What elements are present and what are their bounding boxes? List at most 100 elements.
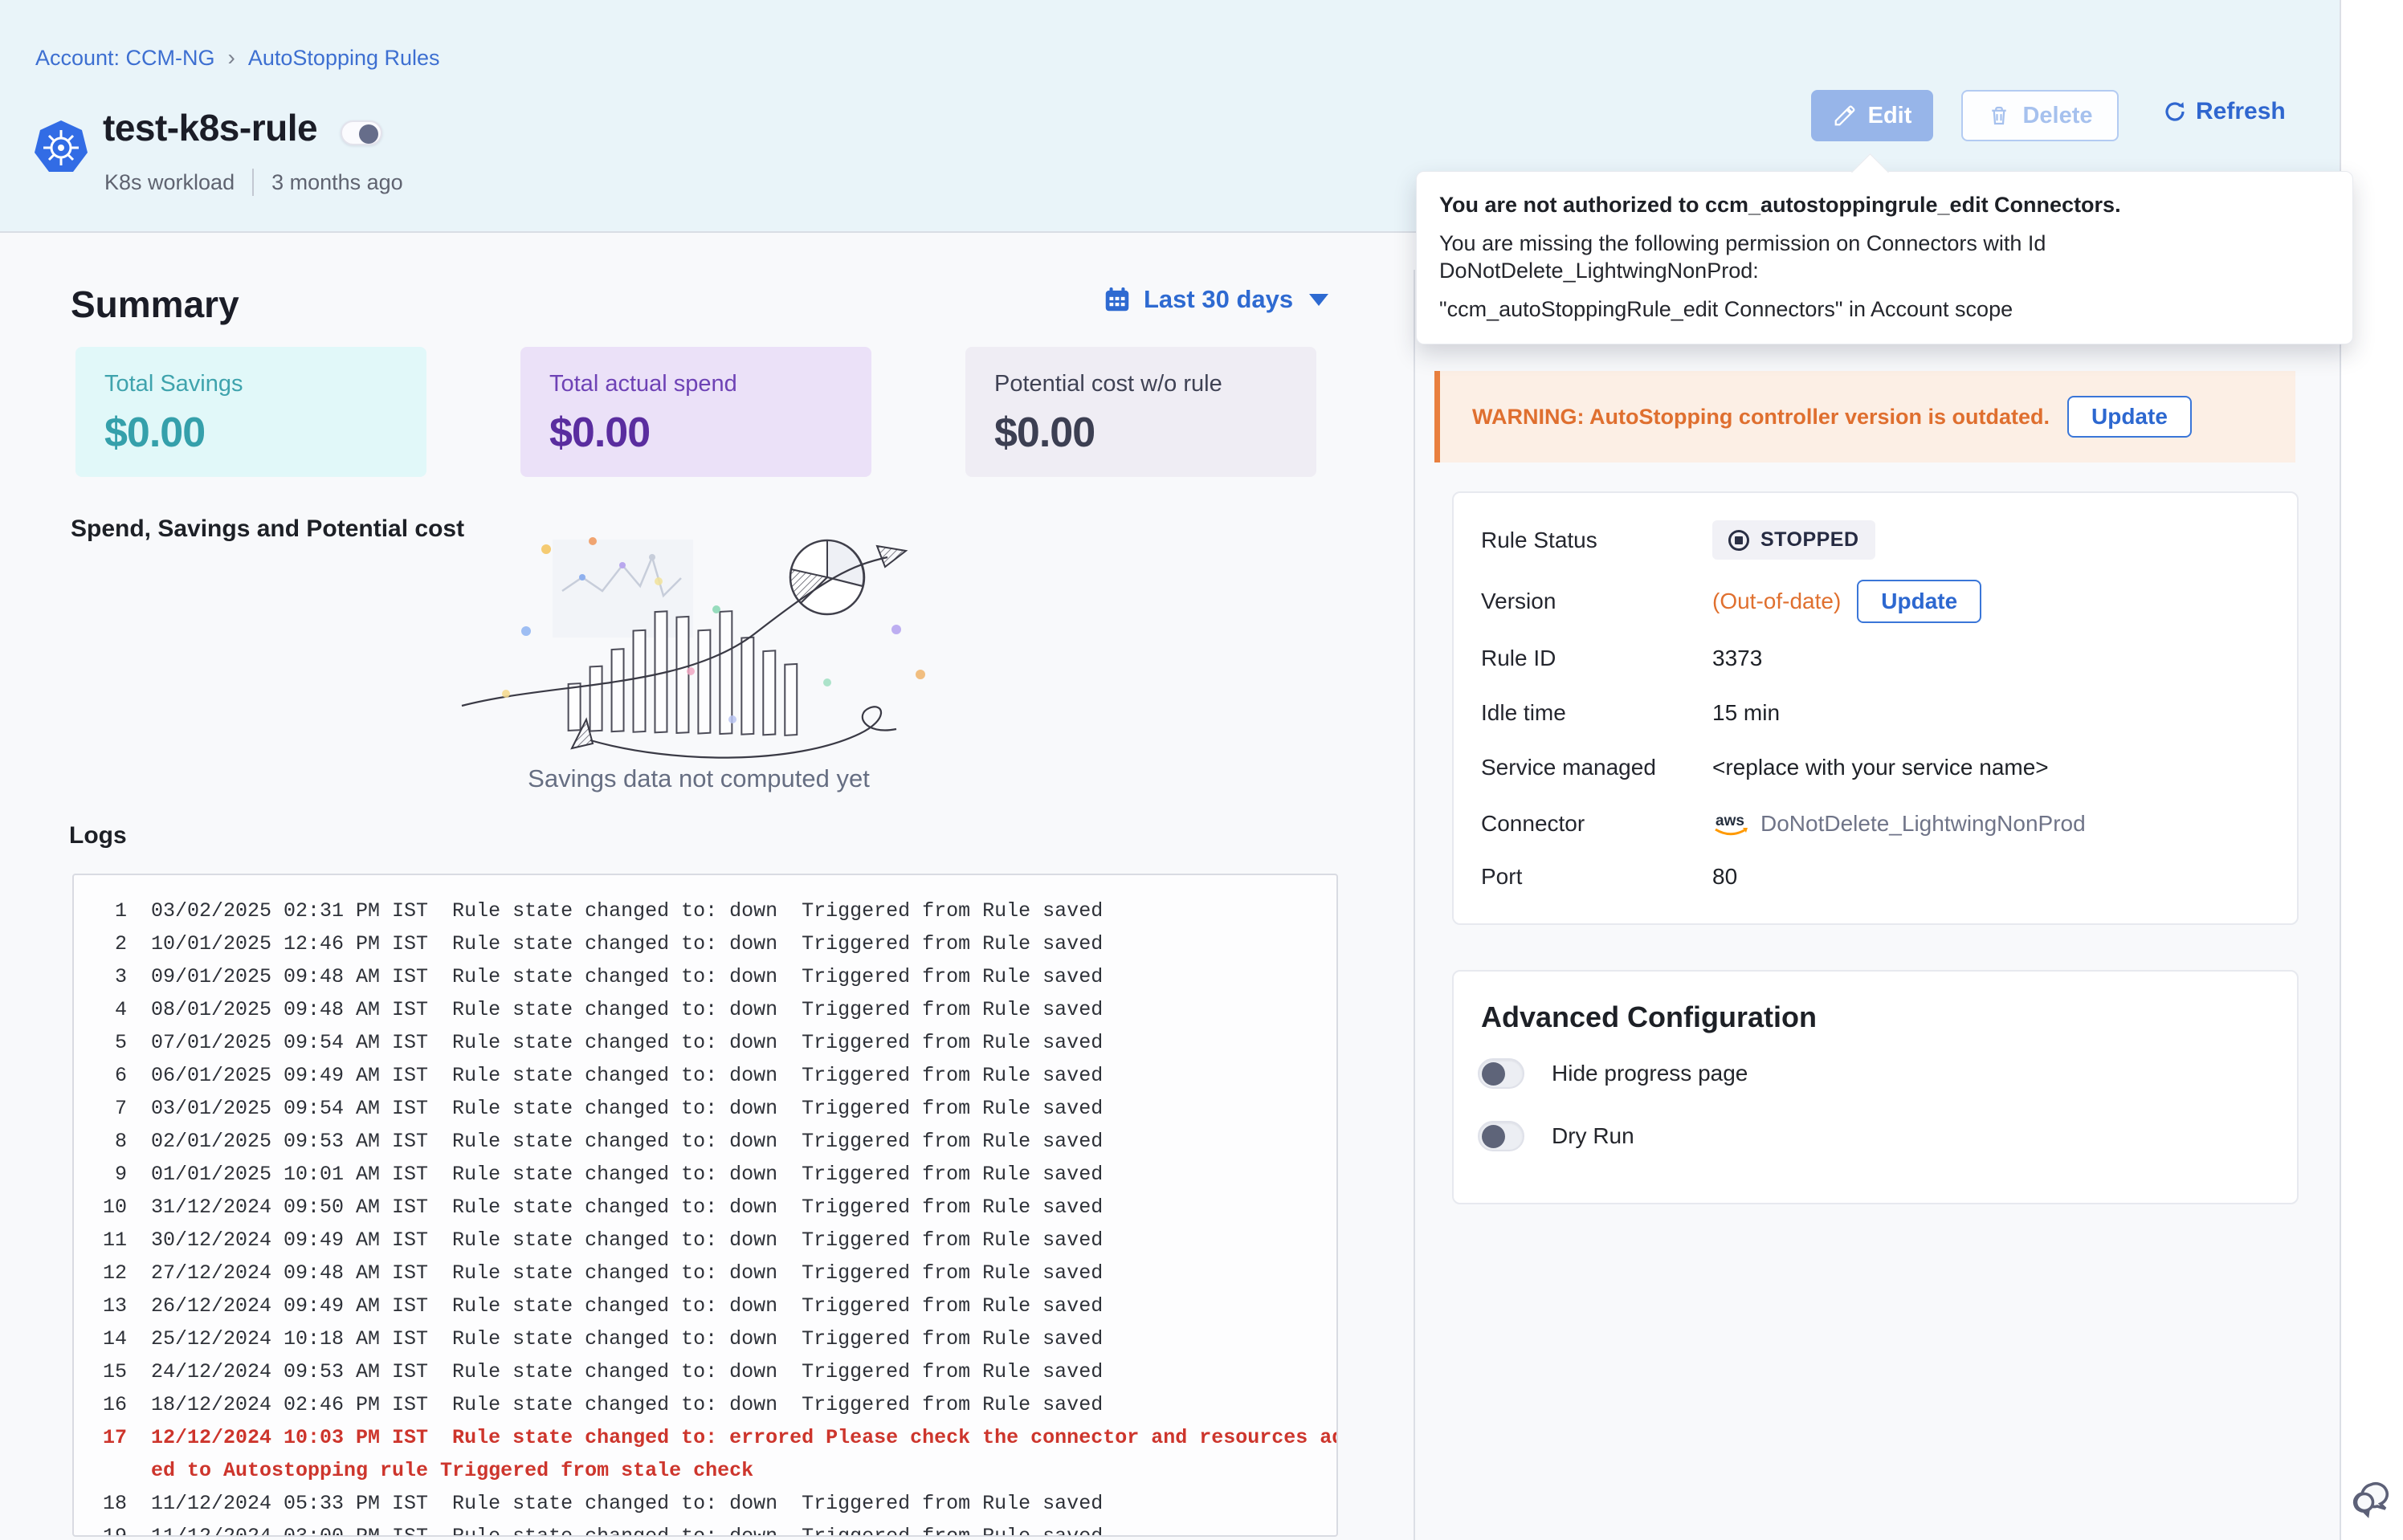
card-value: $0.00	[104, 409, 398, 457]
controller-warning-banner: WARNING: AutoStopping controller version…	[1434, 371, 2295, 462]
tooltip-line-1: You are not authorized to ccm_autostoppi…	[1439, 191, 2328, 218]
rule-id-label: Rule ID	[1481, 646, 1712, 671]
chat-support-icon[interactable]	[2349, 1473, 2397, 1521]
log-line: 1911/12/2024 03:00 PM IST Rule state cha…	[87, 1520, 1320, 1537]
card-value: $0.00	[994, 409, 1287, 457]
breadcrumb-account-link[interactable]: Account: CCM-NG	[35, 46, 215, 71]
log-line: 14 25/12/2024 10:18 AM IST Rule state cha…	[87, 1322, 1320, 1355]
log-line-text: 03/02/2025 02:31 PM IST Rule state chang…	[151, 894, 1103, 927]
log-line: 1712/12/2024 10:03 PM IST Rule state cha…	[87, 1421, 1320, 1454]
tooltip-line-2: You are missing the following permission…	[1439, 230, 2328, 284]
toggle-switch[interactable]	[1478, 1058, 1524, 1089]
version-value: (Out-of-date)	[1712, 589, 1841, 614]
log-line-number: 11	[87, 1224, 127, 1257]
connector-label: Connector	[1481, 811, 1712, 837]
controller-update-button[interactable]: Update	[2067, 396, 2192, 438]
service-managed-row: Service managed <replace with your servi…	[1481, 755, 2268, 780]
log-line-number: 1	[87, 894, 127, 927]
idle-time-label: Idle time	[1481, 700, 1712, 726]
log-line-text: 18/12/2024 02:46 PM IST Rule state chang…	[151, 1388, 1103, 1421]
port-label: Port	[1481, 864, 1712, 890]
log-line-number: 15	[87, 1355, 127, 1388]
rule-id-row: Rule ID 3373	[1481, 646, 2268, 671]
warning-text: WARNING: AutoStopping controller version…	[1472, 405, 2050, 430]
page-title: test-k8s-rule	[103, 106, 317, 149]
log-line-number: 19	[87, 1520, 127, 1537]
toggle-knob	[1482, 1125, 1505, 1148]
log-line: 5 07/01/2025 09:54 AM IST Rule state chan…	[87, 1026, 1320, 1059]
connector-value: DoNotDelete_LightwingNonProd	[1760, 811, 2086, 837]
autostopping-rule-page: Account: CCM-NG › AutoStopping Rules tes…	[0, 0, 2403, 1540]
version-row: Version (Out-of-date) Update	[1481, 580, 2268, 623]
stopped-icon	[1728, 530, 1749, 551]
chevron-down-icon	[1309, 294, 1328, 306]
log-line-number: 2	[87, 927, 127, 960]
log-line-text: 25/12/2024 10:18 AM IST Rule state chang…	[151, 1322, 1103, 1355]
refresh-button-label: Refresh	[2196, 98, 2286, 125]
empty-chart-illustration	[450, 533, 948, 766]
delete-button[interactable]: Delete	[1961, 90, 2119, 141]
log-line: 1130/12/2024 09:49 AM IST Rule state cha…	[87, 1224, 1320, 1257]
breadcrumb-separator: ›	[228, 45, 235, 71]
aws-logo-icon: aws	[1712, 809, 1751, 838]
permission-tooltip: You are not authorized to ccm_autostoppi…	[1416, 171, 2353, 344]
service-managed-value: <replace with your service name>	[1712, 755, 2049, 780]
log-line-text: 07/01/2025 09:54 AM IST Rule state chang…	[151, 1026, 1103, 1059]
refresh-button[interactable]: Refresh	[2162, 98, 2286, 125]
date-range-selector[interactable]: Last 30 days	[1102, 284, 1328, 315]
version-update-button[interactable]: Update	[1857, 580, 1981, 623]
edit-button[interactable]: Edit	[1811, 90, 1933, 141]
log-line-text: 06/01/2025 09:49 AM IST Rule state chang…	[151, 1059, 1103, 1092]
rule-subtitle: K8s workload 3 months ago	[104, 169, 403, 196]
log-line: 606/01/2025 09:49 AM IST Rule state chan…	[87, 1059, 1320, 1092]
status-badge: STOPPED	[1712, 520, 1875, 560]
svg-text:aws: aws	[1716, 813, 1744, 829]
idle-time-value: 15 min	[1712, 700, 1780, 726]
toggle-label: Hide progress page	[1552, 1061, 1748, 1086]
advanced-configuration-card: Advanced Configuration Hide progress pag…	[1452, 970, 2299, 1204]
log-line-number	[87, 1454, 127, 1487]
toggle-label: Dry Run	[1552, 1123, 1634, 1149]
service-managed-label: Service managed	[1481, 755, 1712, 780]
log-line-number: 3	[87, 960, 127, 993]
trash-icon	[1987, 104, 2011, 128]
log-line: 703/01/2025 09:54 AM IST Rule state chan…	[87, 1092, 1320, 1125]
card-title: Total Savings	[104, 371, 398, 397]
rule-age-label: 3 months ago	[271, 170, 403, 195]
port-value: 80	[1712, 864, 1737, 890]
log-line: 16 18/12/2024 02:46 PM IST Rule state cha…	[87, 1388, 1320, 1421]
card-value: $0.00	[549, 409, 842, 457]
potential-cost-card: Potential cost w/o rule $0.00	[965, 347, 1316, 477]
pencil-icon	[1833, 104, 1857, 128]
log-line-number: 7	[87, 1092, 127, 1125]
log-line-text: 11/12/2024 05:33 PM IST Rule state chang…	[151, 1487, 1103, 1520]
connector-row: Connector aws DoNotDelete_LightwingNonPr…	[1481, 809, 2268, 838]
log-line-text: 10/01/2025 12:46 PM IST Rule state chang…	[151, 927, 1103, 960]
log-line: 2 10/01/2025 12:46 PM IST Rule state chan…	[87, 927, 1320, 960]
rule-status-value: STOPPED	[1760, 528, 1859, 552]
kubernetes-icon	[32, 119, 90, 177]
details-card: Rule Status STOPPED Version (Out-of-date…	[1452, 491, 2299, 925]
log-line-number: 16	[87, 1388, 127, 1421]
spend-section-title: Spend, Savings and Potential cost	[71, 515, 464, 543]
log-line: 901/01/2025 10:01 AM IST Rule state chan…	[87, 1158, 1320, 1191]
rule-status-row: Rule Status STOPPED	[1481, 520, 2268, 560]
log-line-number: 13	[87, 1289, 127, 1322]
log-line-number: 14	[87, 1322, 127, 1355]
delete-button-label: Delete	[2022, 103, 2092, 129]
calendar-icon	[1102, 284, 1132, 315]
log-line: 1 03/02/2025 02:31 PM IST Rule state chan…	[87, 894, 1320, 927]
total-savings-card: Total Savings $0.00	[75, 347, 426, 477]
log-line: 802/01/2025 09:53 AM IST Rule state chan…	[87, 1125, 1320, 1158]
log-line-number: 5	[87, 1026, 127, 1059]
breadcrumb-autostopping-link[interactable]: AutoStopping Rules	[248, 46, 440, 71]
refresh-icon	[2162, 99, 2188, 124]
card-title: Potential cost w/o rule	[994, 371, 1287, 397]
log-line-number: 18	[87, 1487, 127, 1520]
log-line: 18 11/12/2024 05:33 PM IST Rule state cha…	[87, 1487, 1320, 1520]
rule-enable-toggle[interactable]	[341, 120, 382, 145]
toggle-switch[interactable]	[1478, 1121, 1524, 1151]
log-line: ed to Autostopping rule Triggered from s…	[87, 1454, 1320, 1487]
log-line-text: 02/01/2025 09:53 AM IST Rule state chang…	[151, 1125, 1103, 1158]
logs-box[interactable]: 1 03/02/2025 02:31 PM IST Rule state chan…	[72, 874, 1338, 1537]
